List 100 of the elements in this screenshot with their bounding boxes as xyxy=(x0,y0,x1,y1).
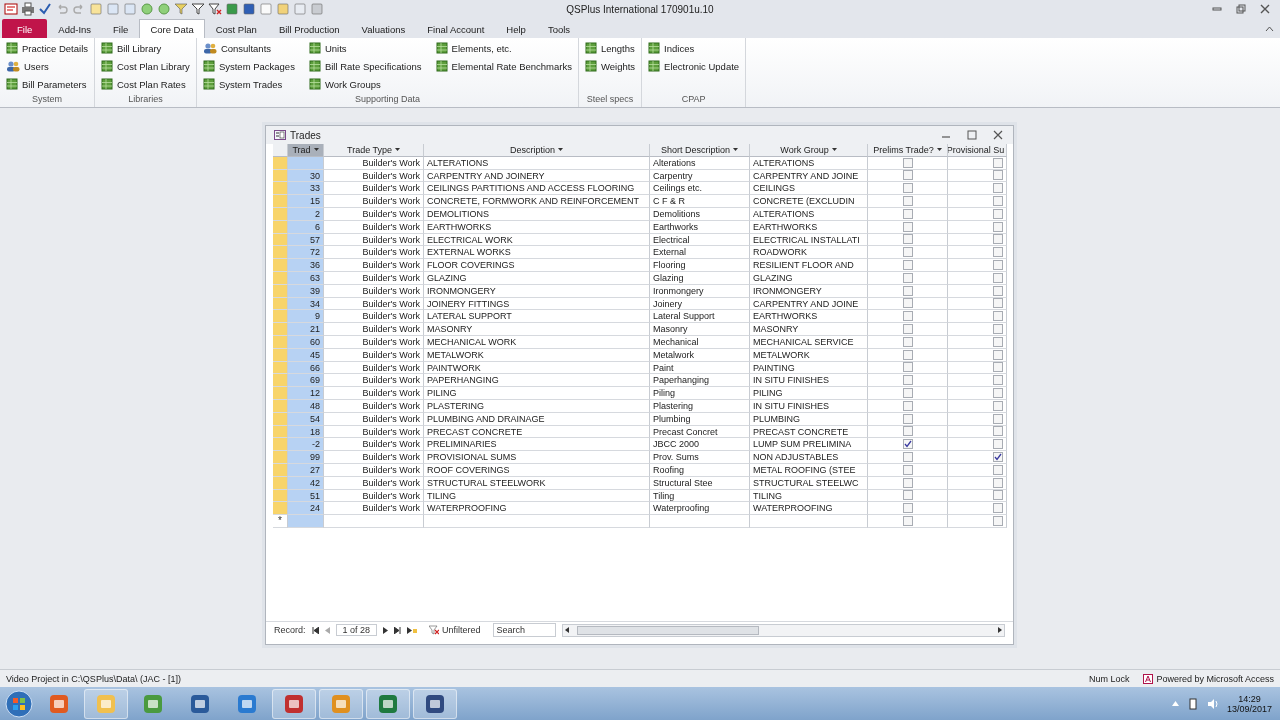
record-selector[interactable] xyxy=(273,387,288,400)
tray-arrow-icon[interactable] xyxy=(1171,701,1179,706)
ribbon-item[interactable]: Practice Details xyxy=(4,41,90,55)
ribbon-item[interactable]: Bill Library xyxy=(99,41,192,55)
collapse-icon[interactable] xyxy=(1265,24,1274,32)
taskbar-button[interactable] xyxy=(272,688,316,719)
checkbox[interactable] xyxy=(993,452,1003,462)
checkbox[interactable] xyxy=(993,426,1003,437)
record-selector[interactable] xyxy=(273,374,288,388)
checkbox[interactable] xyxy=(993,311,1003,322)
previous-record-icon[interactable] xyxy=(324,626,330,634)
checkbox[interactable] xyxy=(993,516,1003,526)
dropdown-arrow-icon[interactable] xyxy=(936,148,942,152)
checkbox[interactable] xyxy=(902,272,913,283)
checkbox[interactable] xyxy=(902,464,913,475)
checkbox[interactable] xyxy=(993,413,1003,424)
column-header[interactable]: Trade Type xyxy=(324,144,424,157)
next-record-icon[interactable] xyxy=(383,626,389,634)
ribbon-tab[interactable]: Tools xyxy=(536,19,582,38)
checkbox[interactable] xyxy=(902,362,913,373)
ribbon-item[interactable]: Consultants xyxy=(200,41,297,55)
dropdown-arrow-icon[interactable] xyxy=(733,148,738,152)
first-record-icon[interactable] xyxy=(311,626,319,634)
ribbon-item[interactable]: Cost Plan Rates xyxy=(99,77,192,91)
checkbox[interactable] xyxy=(902,183,913,194)
ribbon-tab[interactable]: Cost Plan xyxy=(204,19,268,38)
column-header[interactable]: Provisional Su xyxy=(948,144,1007,157)
ribbon-tab[interactable]: Valuations xyxy=(350,19,417,38)
checkbox[interactable] xyxy=(993,324,1003,335)
ribbon-tab[interactable]: Core Data xyxy=(139,19,205,38)
ribbon-item[interactable]: Users xyxy=(4,59,90,73)
clock-time[interactable]: 14:29 xyxy=(1238,693,1261,704)
record-selector[interactable] xyxy=(273,451,288,464)
checkbox[interactable] xyxy=(902,375,913,386)
checkbox[interactable] xyxy=(902,247,913,258)
ribbon-tab[interactable]: Final Account xyxy=(416,19,496,38)
start-button-icon[interactable] xyxy=(4,688,34,719)
ribbon-item[interactable]: Electronic Update xyxy=(646,59,742,73)
record-position-field[interactable]: 1 of 28 xyxy=(335,624,378,636)
checkbox[interactable] xyxy=(902,196,913,207)
column-header[interactable]: Work Group xyxy=(750,144,868,157)
speaker-icon[interactable] xyxy=(1206,697,1219,710)
ribbon-item[interactable]: Cost Plan Library xyxy=(99,59,192,73)
checkbox[interactable] xyxy=(993,285,1003,296)
filter-status-button[interactable]: Unfiltered xyxy=(423,624,487,636)
checkbox[interactable] xyxy=(902,400,913,411)
people-icon[interactable] xyxy=(6,60,20,72)
new-record-icon[interactable] xyxy=(407,626,418,634)
scroll-right-icon[interactable] xyxy=(996,626,1004,634)
record-selector[interactable] xyxy=(273,259,288,272)
circle-icon[interactable] xyxy=(140,2,154,16)
checkbox[interactable] xyxy=(993,362,1003,373)
checkbox[interactable] xyxy=(902,311,913,322)
checkbox[interactable] xyxy=(993,477,1003,488)
checkbox[interactable] xyxy=(902,324,913,335)
new-record-cell[interactable] xyxy=(324,515,424,528)
checkbox[interactable] xyxy=(993,349,1003,360)
new-record-cell[interactable] xyxy=(750,515,868,528)
record-selector[interactable] xyxy=(273,182,288,196)
ribbon-tab[interactable]: File xyxy=(102,19,140,38)
new-record-cell[interactable] xyxy=(288,515,324,528)
select-all-button[interactable] xyxy=(273,144,288,157)
column-header[interactable]: Short Description xyxy=(650,144,750,157)
checkbox[interactable] xyxy=(993,439,1003,450)
checkbox[interactable] xyxy=(902,234,913,245)
last-record-icon[interactable] xyxy=(394,626,402,634)
record-selector[interactable] xyxy=(273,502,288,516)
checkbox[interactable] xyxy=(902,452,913,462)
checkbox[interactable] xyxy=(902,490,913,501)
ribbon-item[interactable]: Elemental Rate Benchmarks xyxy=(433,59,574,73)
dropdown-arrow-icon[interactable] xyxy=(313,148,319,152)
printer-icon[interactable] xyxy=(21,2,35,16)
record-selector[interactable] xyxy=(273,310,288,324)
circle-icon[interactable] xyxy=(157,2,171,16)
record-selector[interactable] xyxy=(273,246,288,260)
ribbon-item[interactable]: Units xyxy=(306,41,424,55)
checkbox[interactable] xyxy=(993,260,1003,271)
checkbox[interactable] xyxy=(902,260,913,271)
checkbox[interactable] xyxy=(902,516,913,526)
column-header[interactable]: Description xyxy=(424,144,650,157)
clear-filter-icon[interactable] xyxy=(429,625,440,635)
ribbon-item[interactable]: Indices xyxy=(646,41,742,55)
spelling-icon[interactable] xyxy=(38,2,52,16)
ribbon-item[interactable]: System Packages xyxy=(200,59,297,73)
checkbox[interactable] xyxy=(993,464,1003,475)
checkbox[interactable] xyxy=(902,285,913,296)
people-icon[interactable] xyxy=(202,42,217,54)
ribbon-item[interactable]: Work Groups xyxy=(306,77,424,91)
checkbox[interactable] xyxy=(993,157,1003,168)
filter-icon[interactable] xyxy=(191,2,205,16)
checkbox[interactable] xyxy=(993,375,1003,386)
ribbon-tab[interactable]: Help xyxy=(495,19,537,38)
checkbox[interactable] xyxy=(993,183,1003,194)
device-icon[interactable] xyxy=(1186,697,1199,710)
checkbox[interactable] xyxy=(993,247,1003,258)
checkbox[interactable] xyxy=(993,208,1003,219)
clear-filter-icon[interactable] xyxy=(208,2,222,16)
new-record-cell[interactable] xyxy=(424,515,650,528)
checkbox[interactable] xyxy=(902,336,913,347)
checkbox[interactable] xyxy=(902,439,913,450)
